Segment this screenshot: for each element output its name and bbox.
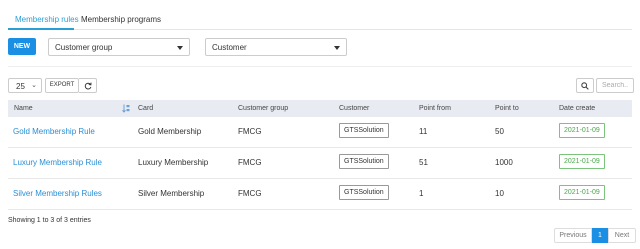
entries-info: Showing 1 to 3 of 3 entries	[8, 217, 91, 224]
table-header: Name Card Customer group Customer Point …	[8, 100, 632, 117]
column-header-date-create[interactable]: Date create	[559, 105, 595, 112]
customer-select-value: Customer	[212, 43, 247, 52]
date-badge: 2021-01-09	[559, 185, 605, 200]
customer-group-cell: FMCG	[238, 189, 262, 198]
column-header-customer[interactable]: Customer	[339, 105, 369, 112]
chevron-down-icon	[334, 46, 340, 50]
date-badge: 2021-01-09	[559, 154, 605, 169]
card-cell: Silver Membership	[138, 189, 205, 198]
customer-select[interactable]: Customer	[205, 38, 347, 56]
column-header-point-from[interactable]: Point from	[419, 105, 451, 112]
page-size-select[interactable]: 25 ⌄	[8, 78, 42, 93]
tab-membership-programs[interactable]: Membership programs	[81, 15, 161, 24]
customer-group-select-value: Customer group	[55, 43, 113, 52]
point-from-cell: 11	[419, 127, 428, 136]
next-page-button[interactable]: Next	[608, 228, 636, 243]
customer-group-select[interactable]: Customer group	[48, 38, 190, 56]
page-size-value: 25	[16, 82, 25, 91]
card-cell: Gold Membership	[138, 127, 202, 136]
chevron-down-icon: ⌄	[31, 82, 37, 89]
customer-badge: GTSSolution	[339, 123, 389, 138]
refresh-button[interactable]	[79, 78, 97, 93]
table-row: Luxury Membership Rule Luxury Membership…	[8, 148, 632, 179]
export-button[interactable]: EXPORT	[45, 78, 79, 93]
card-cell: Luxury Membership	[138, 158, 209, 167]
table-row: Silver Membership Rules Silver Membershi…	[8, 179, 632, 210]
divider	[8, 66, 632, 67]
search-icon	[581, 82, 589, 90]
customer-group-cell: FMCG	[238, 127, 262, 136]
point-from-cell: 1	[419, 189, 424, 198]
point-to-cell: 1000	[495, 158, 513, 167]
table-row: Gold Membership Rule Gold Membership FMC…	[8, 117, 632, 148]
search-input[interactable]	[596, 78, 634, 93]
new-button[interactable]: NEW	[8, 38, 36, 55]
column-header-point-to[interactable]: Point to	[495, 105, 519, 112]
rule-name-link[interactable]: Silver Membership Rules	[13, 189, 102, 198]
customer-group-cell: FMCG	[238, 158, 262, 167]
chevron-down-icon	[177, 46, 183, 50]
sort-alpha-icon[interactable]	[122, 104, 130, 115]
date-badge: 2021-01-09	[559, 123, 605, 138]
point-to-cell: 10	[495, 189, 504, 198]
rule-name-link[interactable]: Luxury Membership Rule	[13, 158, 102, 167]
search-button[interactable]	[576, 78, 594, 93]
active-tab-indicator	[8, 28, 74, 30]
column-header-card[interactable]: Card	[138, 105, 153, 112]
point-from-cell: 51	[419, 158, 428, 167]
tab-bar: Membership rules Membership programs	[8, 8, 632, 30]
customer-badge: GTSSolution	[339, 154, 389, 169]
rule-name-link[interactable]: Gold Membership Rule	[13, 127, 95, 136]
point-to-cell: 50	[495, 127, 504, 136]
column-header-name[interactable]: Name	[14, 105, 33, 112]
page-1-button[interactable]: 1	[592, 228, 608, 243]
refresh-icon	[84, 82, 92, 90]
customer-badge: GTSSolution	[339, 185, 389, 200]
tab-membership-rules[interactable]: Membership rules	[15, 15, 79, 24]
column-header-customer-group[interactable]: Customer group	[238, 105, 288, 112]
previous-page-button[interactable]: Previous	[554, 228, 592, 243]
